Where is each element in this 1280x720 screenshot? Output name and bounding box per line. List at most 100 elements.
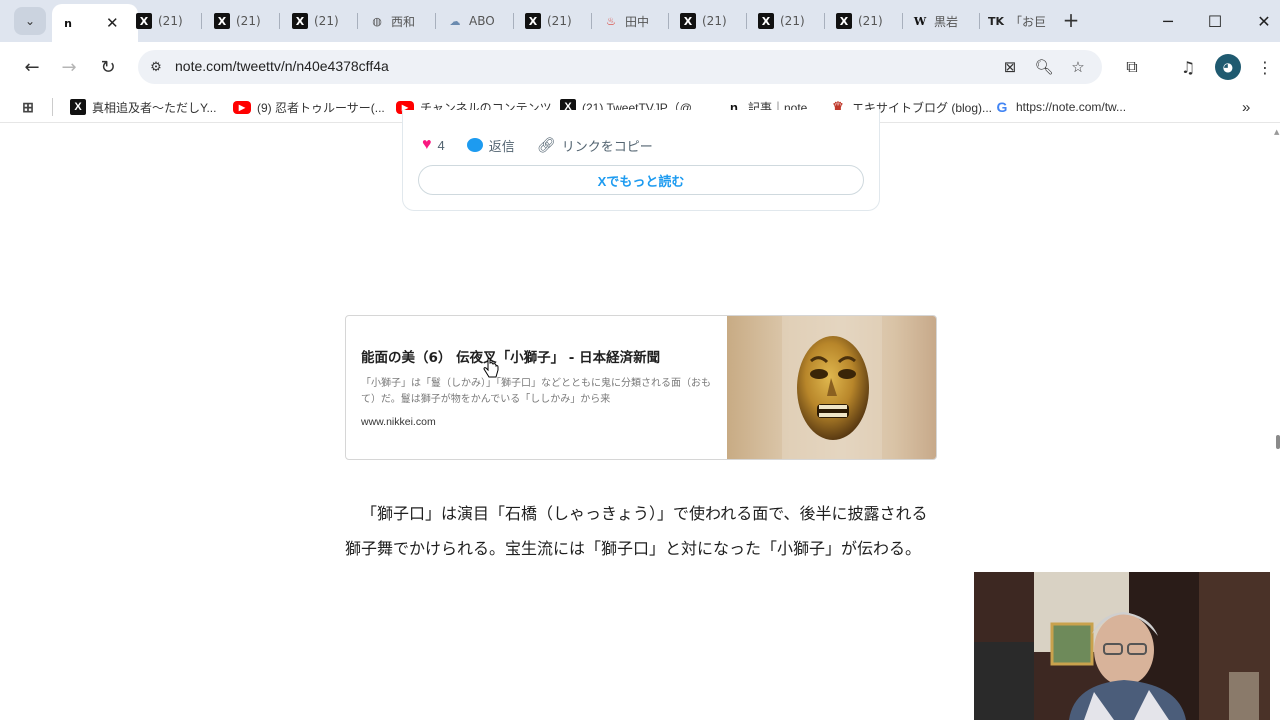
reply-bubble-icon bbox=[466, 138, 483, 152]
tab-wikipedia[interactable]: W 黒岩 bbox=[912, 6, 972, 36]
reload-icon: ↻ bbox=[100, 56, 116, 78]
copy-link-label: リンクをコピー bbox=[561, 138, 653, 154]
tab-search-button[interactable]: ⌄ bbox=[14, 7, 46, 35]
tab-note-active[interactable]: n ✕ bbox=[52, 4, 138, 42]
link-card-domain: www.nikkei.com bbox=[361, 416, 436, 428]
tab-x-2[interactable]: X (21) bbox=[214, 6, 272, 36]
media-control-icon[interactable]: ♫ bbox=[1176, 55, 1200, 79]
tab-globe[interactable]: ◍ 西和 bbox=[369, 6, 427, 36]
like-button[interactable]: ♥ 4 bbox=[422, 136, 445, 154]
x-icon: X bbox=[525, 13, 541, 29]
close-icon: ✕ bbox=[1257, 11, 1271, 31]
webcam-person-image bbox=[974, 572, 1270, 720]
more-bookmarks-button[interactable]: » bbox=[1242, 97, 1250, 117]
bookmarks-divider bbox=[52, 98, 53, 116]
apps-button[interactable]: ⊞ bbox=[20, 97, 36, 117]
tab-x-5[interactable]: X (21) bbox=[680, 6, 738, 36]
tab-separator bbox=[357, 13, 358, 29]
maximize-button[interactable]: ☐ bbox=[1203, 9, 1227, 33]
youtube-icon: ▶ bbox=[233, 100, 251, 114]
forward-button[interactable]: → bbox=[57, 55, 81, 79]
extensions-icon[interactable]: ⧉ bbox=[1120, 55, 1144, 79]
link-card-description: 「小獅子」は「鬘（しかみ）」「獅子口」などとともに鬼に分類される面（おもて）だ。… bbox=[361, 378, 711, 405]
tab-label: (21) bbox=[858, 14, 883, 28]
x-icon: X bbox=[136, 13, 152, 29]
heart-icon: ♥ bbox=[422, 136, 432, 153]
x-icon: X bbox=[70, 99, 86, 115]
cast-off-icon[interactable]: ⊠ bbox=[1000, 57, 1020, 77]
profile-avatar[interactable]: ◕ bbox=[1215, 54, 1241, 80]
double-chevron-right-icon: » bbox=[1242, 98, 1251, 116]
scroll-up-icon[interactable]: ▲ bbox=[1274, 128, 1279, 136]
tab-x-4[interactable]: X (21) bbox=[525, 6, 583, 36]
article-body: 「獅子口」は演目「石橋（しゃっきょう）」で使われる面で、後半に披露される獅子舞で… bbox=[345, 496, 935, 566]
tab-label: ABO bbox=[469, 14, 495, 28]
bookmark-item[interactable]: ▶ (9) 忍者トゥルーサー(... bbox=[233, 97, 385, 117]
star-icon[interactable]: ☆ bbox=[1068, 57, 1088, 77]
link-card-title[interactable]: 能面の美（6） 伝夜叉「小獅子」 - 日本経済新聞 bbox=[361, 346, 721, 366]
tab-label: 黒岩 bbox=[934, 14, 959, 29]
tab-x-3[interactable]: X (21) bbox=[292, 6, 350, 36]
tab-separator bbox=[902, 13, 903, 29]
tab-separator bbox=[201, 13, 202, 29]
bookmark-item[interactable]: G https://note.com/tw... bbox=[994, 97, 1127, 117]
tab-x-7[interactable]: X (21) bbox=[836, 6, 894, 36]
rain-cloud-icon: ☁ bbox=[449, 14, 461, 28]
close-window-button[interactable]: ✕ bbox=[1252, 9, 1276, 33]
x-icon: X bbox=[836, 13, 852, 29]
reply-label: 返信 bbox=[488, 138, 515, 154]
tab-separator bbox=[746, 13, 747, 29]
tk-logo-icon: TK bbox=[988, 14, 1005, 28]
globe-icon: ◍ bbox=[372, 14, 382, 28]
copy-link-button[interactable]: 🔗︎ リンクをコピー bbox=[537, 136, 653, 155]
tab-abo[interactable]: ☁ ABO bbox=[447, 6, 505, 36]
tab-label: (21) bbox=[236, 14, 261, 28]
x-icon: X bbox=[292, 13, 308, 29]
tab-separator bbox=[979, 13, 980, 29]
minimize-icon: ─ bbox=[1163, 11, 1173, 31]
tab-separator bbox=[668, 13, 669, 29]
maximize-icon: ☐ bbox=[1207, 11, 1223, 31]
arrow-left-icon: ← bbox=[24, 56, 40, 78]
close-tab-icon[interactable]: ✕ bbox=[106, 14, 119, 32]
like-count: 4 bbox=[437, 137, 445, 153]
x-icon: X bbox=[214, 13, 230, 29]
new-tab-button[interactable]: + bbox=[1060, 8, 1082, 32]
back-button[interactable]: ← bbox=[20, 55, 44, 79]
reply-button[interactable]: 返信 bbox=[466, 136, 515, 155]
hand-pointer-cursor-icon bbox=[483, 358, 499, 378]
zoom-icon[interactable]: 🔍︎ bbox=[1034, 57, 1054, 77]
minimize-button[interactable]: ─ bbox=[1156, 9, 1180, 33]
noh-mask-thumbnail bbox=[727, 316, 936, 459]
url-text[interactable]: note.com/tweettv/n/n40e4378cff4a bbox=[175, 58, 389, 74]
tab-x-1[interactable]: X (21) bbox=[136, 6, 194, 36]
red-logo-icon: ♨ bbox=[606, 14, 616, 28]
more-menu-icon[interactable]: ⋮ bbox=[1253, 55, 1277, 79]
tab-strip: ⌄ n ✕ X (21) X (21) X (21) ◍ 西和 ☁ ABO X … bbox=[0, 0, 1280, 42]
read-more-label: Xでもっと読む bbox=[597, 173, 685, 189]
chevron-down-icon: ⌄ bbox=[24, 14, 36, 28]
tab-tk[interactable]: TK 「お巨 bbox=[988, 6, 1050, 36]
bookmark-item[interactable]: X 真相追及者～ただしY... bbox=[70, 97, 216, 117]
scrollbar-thumb[interactable] bbox=[1276, 435, 1280, 449]
bookmark-label: (9) 忍者トゥルーサー(... bbox=[257, 100, 385, 115]
site-settings-icon[interactable]: ⚙ bbox=[146, 57, 166, 77]
tab-separator bbox=[513, 13, 514, 29]
link-icon: 🔗︎ bbox=[536, 137, 556, 154]
tab-label: (21) bbox=[314, 14, 339, 28]
tab-label: 「お巨 bbox=[1010, 14, 1047, 29]
tab-separator bbox=[279, 13, 280, 29]
reload-button[interactable]: ↻ bbox=[96, 55, 120, 79]
address-bar[interactable]: ⚙ note.com/tweettv/n/n40e4378cff4a ⊠ 🔍︎ … bbox=[138, 50, 1102, 84]
webcam-overlay bbox=[974, 572, 1270, 720]
tab-tanaka[interactable]: ♨ 田中 bbox=[603, 6, 661, 36]
tab-x-6[interactable]: X (21) bbox=[758, 6, 816, 36]
browser-toolbar: ← → ↻ ⚙ note.com/tweettv/n/n40e4378cff4a… bbox=[0, 42, 1280, 92]
tab-separator bbox=[435, 13, 436, 29]
read-more-on-x-button[interactable]: Xでもっと読む bbox=[418, 165, 864, 195]
noh-mask-image bbox=[782, 316, 882, 459]
x-icon: X bbox=[680, 13, 696, 29]
link-preview-card[interactable]: 能面の美（6） 伝夜叉「小獅子」 - 日本経済新聞 「小獅子」は「鬘（しかみ）」… bbox=[345, 315, 937, 460]
x-icon: X bbox=[758, 13, 774, 29]
tab-label: 田中 bbox=[625, 14, 650, 29]
